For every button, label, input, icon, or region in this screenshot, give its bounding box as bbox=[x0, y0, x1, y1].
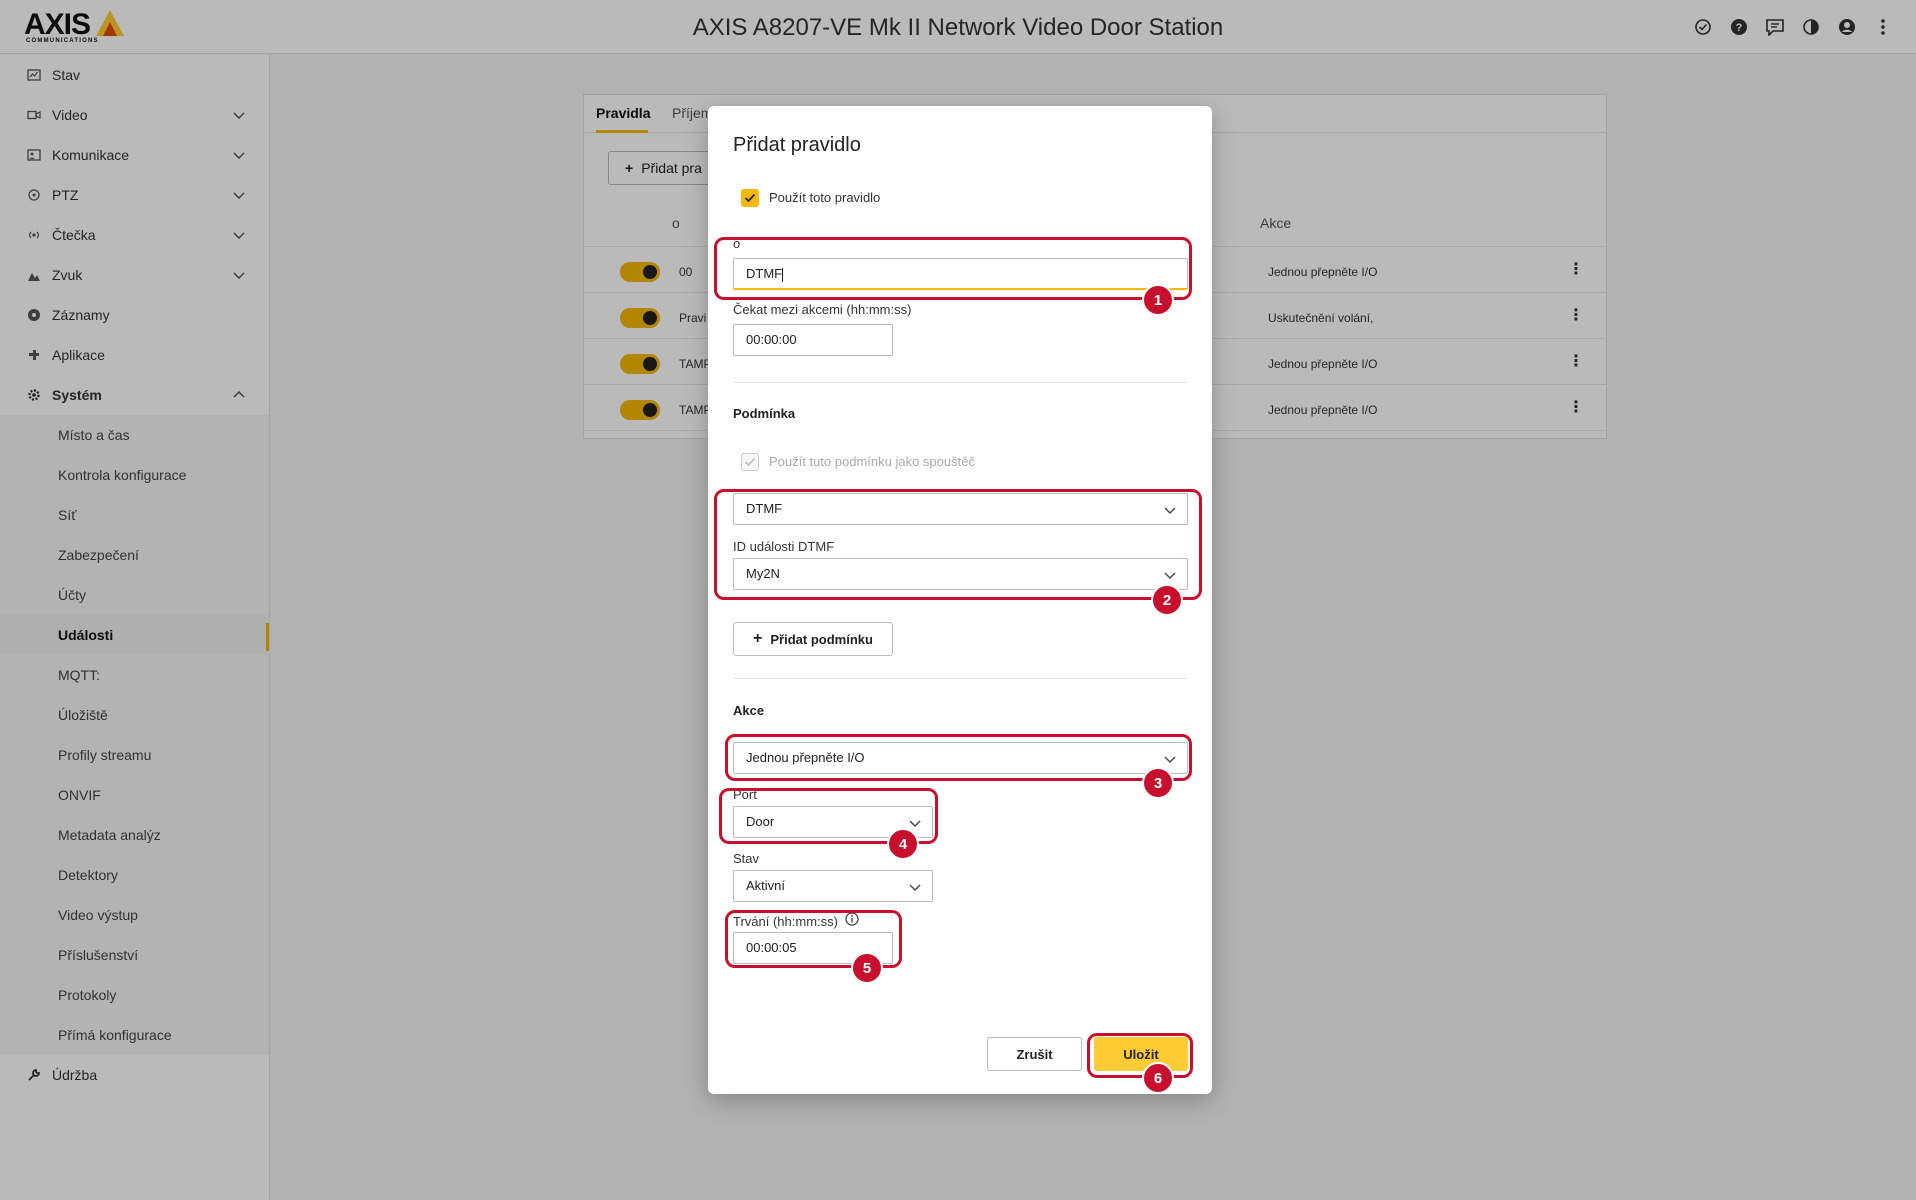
checkmark-icon bbox=[744, 193, 756, 203]
modal-backdrop-top bbox=[0, 0, 1916, 54]
wait-label: Čekat mezi akcemi (hh:mm:ss) bbox=[733, 302, 912, 317]
add-condition-button[interactable]: + Přidat podmínku bbox=[733, 622, 893, 656]
checkmark-icon bbox=[744, 457, 756, 467]
use-as-trigger-checkbox[interactable] bbox=[741, 453, 759, 471]
wait-between-actions-input[interactable]: 00:00:00 bbox=[733, 324, 893, 356]
plus-icon: + bbox=[753, 630, 763, 647]
state-select-value: Aktivní bbox=[746, 878, 786, 893]
annotation-badge-5: 5 bbox=[851, 952, 883, 984]
annotation-box-3 bbox=[725, 734, 1192, 781]
action-heading: Akce bbox=[733, 703, 765, 718]
section-divider bbox=[733, 678, 1188, 679]
annotation-badge-3: 3 bbox=[1142, 767, 1174, 799]
condition-heading: Podmínka bbox=[733, 406, 796, 421]
state-label: Stav bbox=[733, 851, 760, 866]
annotation-box-1 bbox=[714, 237, 1192, 300]
use-as-trigger-label: Použít tuto podmínku jako spouštěč bbox=[769, 454, 975, 469]
modal-backdrop-sidebar bbox=[0, 54, 270, 1200]
cancel-label: Zrušit bbox=[1016, 1046, 1053, 1062]
annotation-badge-4: 4 bbox=[887, 828, 919, 860]
annotation-badge-2: 2 bbox=[1151, 584, 1183, 616]
state-select[interactable]: Aktivní bbox=[733, 870, 933, 902]
chevron-down-icon bbox=[909, 884, 921, 891]
section-divider bbox=[733, 382, 1188, 383]
annotation-badge-1: 1 bbox=[1142, 284, 1174, 316]
cancel-button[interactable]: Zrušit bbox=[987, 1037, 1082, 1071]
use-rule-checkbox[interactable] bbox=[741, 189, 759, 207]
add-condition-label: Přidat podmínku bbox=[770, 631, 873, 647]
use-rule-label: Použít toto pravidlo bbox=[769, 190, 881, 205]
annotation-badge-6: 6 bbox=[1142, 1062, 1174, 1094]
dialog-title: Přidat pravidlo bbox=[733, 134, 861, 156]
annotation-box-6 bbox=[1087, 1033, 1193, 1078]
annotation-box-2 bbox=[714, 489, 1202, 600]
